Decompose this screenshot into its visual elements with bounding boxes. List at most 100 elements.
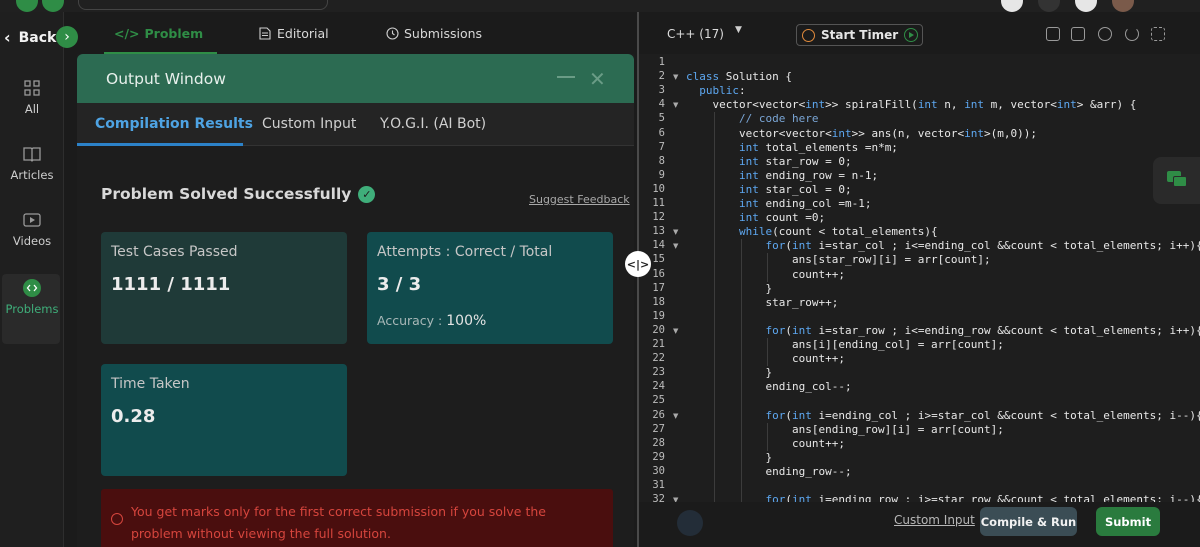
line-number: 12 — [652, 211, 665, 224]
line-number: 13 — [652, 225, 665, 238]
tab-compilation-results[interactable]: Compilation Results — [95, 116, 253, 132]
sidebar-item-all[interactable]: All — [0, 78, 64, 116]
sidebar-item-problems[interactable]: Problems — [0, 278, 64, 316]
video-icon — [23, 213, 41, 227]
code-editor[interactable]: 1 2 ▼ 3 4 ▼ 5 6 7 8 9 10 11 12 13 ▼ 14 ▼ 15 16 17 18 19 20 ▼ 21 22… — [639, 54, 1200, 502]
line-number: 22 — [652, 352, 665, 365]
line-number: 20 — [652, 323, 665, 336]
app-root: ‹ Back All Articles Videos Problems › </… — [0, 0, 1200, 547]
code-line: } — [686, 366, 773, 380]
code-line: int count =0; — [738, 211, 826, 225]
settings-icon[interactable] — [1098, 27, 1112, 41]
time-taken-card: Time Taken 0.28 — [101, 364, 347, 476]
code-line: for(int i=ending_col ; i>=star_col &&cou… — [765, 408, 1200, 422]
custom-input-link[interactable]: Custom Input — [894, 513, 975, 527]
fold-arrow-icon[interactable]: ▼ — [673, 73, 678, 81]
line-number: 29 — [652, 450, 665, 463]
start-timer-button[interactable]: Start Timer — [796, 24, 924, 46]
minimize-icon[interactable] — [557, 76, 575, 78]
code-line: } — [686, 450, 773, 464]
timer-label: Start Timer — [821, 28, 899, 42]
export-icon[interactable] — [1071, 27, 1085, 41]
tab-editorial[interactable]: Editorial — [259, 12, 329, 54]
sidebar-item-label: Problems — [5, 302, 59, 316]
line-number: 19 — [652, 309, 665, 322]
code-line: count++; — [686, 352, 845, 366]
line-number: 6 — [658, 126, 665, 139]
line-number: 30 — [652, 464, 665, 477]
output-window: Output Window ✕ Compilation Results Cust… — [77, 54, 634, 547]
info-icon — [111, 513, 123, 525]
tab-problem[interactable]: </> Problem — [114, 12, 203, 54]
attempts-value: 3 / 3 — [377, 274, 422, 295]
code-line: for(int i=star_col ; i<=ending_col &&cou… — [765, 239, 1200, 253]
code-line: public: — [699, 84, 746, 98]
code-line: vector<vector<int>> spiralFill(int n, in… — [686, 98, 1137, 112]
tab-label: Submissions — [404, 25, 483, 41]
code-line: int total_elements =n*m; — [738, 140, 898, 154]
code-line: int star_col = 0; — [738, 182, 852, 196]
resize-handle-icon[interactable]: <|> — [625, 251, 651, 277]
line-number: 8 — [658, 154, 665, 167]
tab-custom-input[interactable]: Custom Input — [262, 116, 356, 132]
test-cases-value: 1111 / 1111 — [111, 274, 231, 295]
chevron-right-icon[interactable]: › — [56, 26, 78, 48]
copy-icon[interactable] — [1046, 27, 1060, 41]
line-number: 24 — [652, 380, 665, 393]
line-number: 3 — [658, 84, 665, 97]
document-icon — [259, 26, 271, 40]
language-select[interactable]: C++ (17) — [667, 27, 724, 41]
fold-arrow-icon[interactable]: ▼ — [673, 101, 678, 109]
line-number: 9 — [658, 168, 665, 181]
fold-arrow-icon[interactable]: ▼ — [673, 412, 678, 420]
accuracy-value: 100% — [446, 313, 487, 329]
chat-button[interactable] — [1153, 157, 1200, 204]
tab-active-indicator — [77, 143, 243, 146]
warning-banner: You get marks only for the first correct… — [101, 489, 613, 547]
reset-icon[interactable] — [1125, 27, 1139, 41]
line-number: 14 — [652, 239, 665, 252]
profile-avatar[interactable] — [1112, 0, 1134, 12]
close-icon[interactable]: ✕ — [589, 69, 606, 89]
suggest-feedback-link[interactable]: Suggest Feedback — [529, 193, 630, 206]
avatar[interactable] — [1001, 0, 1023, 12]
code-line: ending_row--; — [686, 464, 852, 478]
fold-arrow-icon[interactable]: ▼ — [673, 327, 678, 335]
time-taken-value: 0.28 — [111, 406, 156, 427]
clock-icon — [386, 26, 399, 40]
output-window-title: Output Window — [106, 70, 226, 88]
code-line: for(int i=ending_row ; i>=star_row &&cou… — [765, 493, 1200, 502]
submit-button[interactable]: Submit — [1096, 507, 1160, 536]
code-icon: </> — [114, 25, 140, 41]
code-line: ending_col--; — [686, 380, 852, 394]
line-number: 21 — [652, 338, 665, 350]
chevron-down-icon[interactable]: ▼ — [735, 25, 742, 35]
logo-icon — [42, 0, 64, 12]
fullscreen-icon[interactable] — [1151, 27, 1165, 41]
tab-submissions[interactable]: Submissions — [386, 12, 482, 54]
sidebar-item-articles[interactable]: Articles — [0, 144, 64, 182]
line-number: 11 — [652, 197, 665, 209]
play-icon — [904, 28, 919, 42]
back-button[interactable]: ‹ Back — [4, 28, 56, 47]
tab-label: Editorial — [277, 25, 329, 41]
avatar[interactable] — [1038, 0, 1060, 12]
check-circle-icon: ✓ — [358, 185, 376, 203]
tab-yogi-ai-bot[interactable]: Y.O.G.I. (AI Bot) — [380, 116, 486, 132]
fold-arrow-icon[interactable]: ▼ — [673, 242, 678, 250]
editor-toolbar: C++ (17) ▼ Start Timer — [639, 12, 1200, 54]
alarm-clock-icon — [802, 29, 815, 42]
line-number: 17 — [652, 281, 665, 294]
avatar[interactable] — [1075, 0, 1097, 12]
search-input[interactable] — [78, 0, 328, 10]
sidebar-item-videos[interactable]: Videos — [0, 210, 64, 248]
compile-run-button[interactable]: Compile & Run — [980, 507, 1077, 536]
left-sidebar: ‹ Back All Articles Videos Problems — [0, 12, 64, 547]
grid-icon — [24, 80, 40, 96]
line-number: 5 — [658, 112, 665, 125]
code-line: class Solution { — [686, 70, 792, 84]
sidebar-item-label: Videos — [12, 234, 52, 248]
code-line: ans[star_row][i] = arr[count]; — [686, 253, 991, 267]
top-bar — [0, 0, 1200, 12]
fold-arrow-icon[interactable]: ▼ — [673, 228, 678, 236]
